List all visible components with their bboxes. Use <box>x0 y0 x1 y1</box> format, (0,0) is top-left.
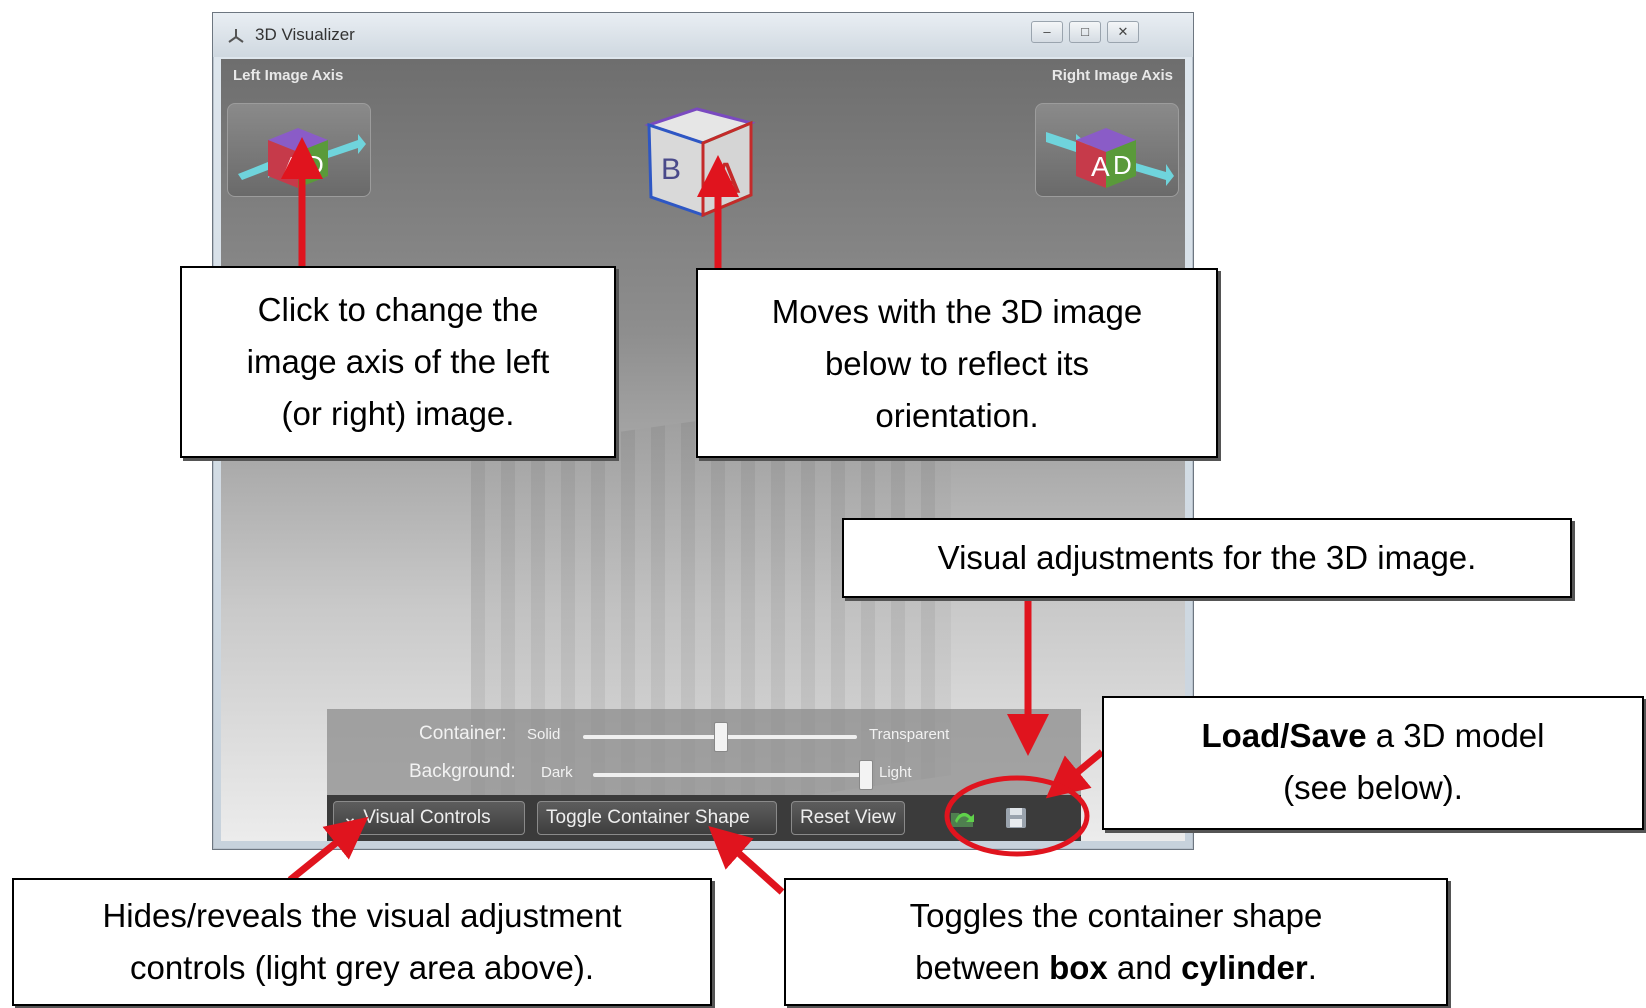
save-model-icon[interactable] <box>1001 803 1031 833</box>
right-axis-label: Right Image Axis <box>1051 67 1173 84</box>
cube-face-d: D <box>305 150 324 180</box>
callout-line: Moves with the 3D image <box>771 293 1143 330</box>
callout-line: controls (light grey area above). <box>129 949 595 986</box>
text-and: and <box>1107 949 1182 986</box>
text-between: between <box>915 949 1050 986</box>
callout-line: (or right) image. <box>281 395 515 432</box>
window-title: 3D Visualizer <box>255 25 355 44</box>
text-cylinder: cylinder <box>1181 949 1308 986</box>
text-period: . <box>1307 949 1317 986</box>
callout-line: between box and cylinder. <box>786 942 1446 994</box>
minimize-button[interactable]: – <box>1031 21 1063 43</box>
callout-line: (see below). <box>1283 769 1463 806</box>
chevron-down-icon: ⌄ <box>342 807 358 828</box>
cube-face-front: A <box>711 154 741 203</box>
callout-toggles-shape: Toggles the container shape between box … <box>784 878 1448 1006</box>
load-model-icon[interactable] <box>947 803 977 833</box>
cube-face-a: A <box>1091 151 1110 182</box>
bottom-toolbar: ⌄ Visual Controls Toggle Container Shape… <box>327 795 1081 841</box>
callout-orientation-cube: Moves with the 3D image below to reflect… <box>696 268 1218 458</box>
callout-line: image axis of the left <box>246 343 550 380</box>
visual-controls-label: Visual Controls <box>363 807 491 828</box>
callout-axis-button: Click to change the image axis of the le… <box>180 266 616 458</box>
maximize-button[interactable]: □ <box>1069 21 1101 43</box>
title-bar[interactable]: 3D Visualizer – □ ✕ <box>213 13 1193 57</box>
axis-cube-icon: A D <box>1046 128 1174 188</box>
background-label: Background: <box>409 761 516 782</box>
callout-line: Visual adjustments for the 3D image. <box>937 539 1477 576</box>
callout-line: Toggles the container shape <box>909 897 1323 934</box>
callout-visual-adjustments: Visual adjustments for the 3D image. <box>842 518 1572 598</box>
background-min-label: Dark <box>541 764 573 781</box>
container-max-label: Transparent <box>869 726 950 743</box>
callout-line: Click to change the <box>257 291 539 328</box>
right-image-axis-button[interactable]: A D <box>1035 103 1179 197</box>
background-max-label: Light <box>879 764 912 781</box>
background-slider-thumb[interactable] <box>859 760 873 790</box>
visual-controls-button[interactable]: ⌄ Visual Controls <box>333 801 525 835</box>
orientation-cube: B A <box>639 103 769 225</box>
callout-line: Load/Save a 3D model <box>1104 710 1642 762</box>
container-slider-thumb[interactable] <box>714 722 728 752</box>
cube-face-b: B <box>661 153 681 186</box>
background-slider[interactable] <box>593 773 865 777</box>
callout-hides-reveals: Hides/reveals the visual adjustment cont… <box>12 878 712 1006</box>
load-save-bold: Load/Save <box>1201 717 1367 754</box>
axis-cube-icon: A D <box>238 128 366 188</box>
callout-line: Hides/reveals the visual adjustment <box>102 897 622 934</box>
load-save-rest: a 3D model <box>1366 717 1545 754</box>
reset-view-button[interactable]: Reset View <box>791 801 905 835</box>
callout-load-save: Load/Save a 3D model (see below). <box>1102 696 1644 830</box>
toggle-container-shape-button[interactable]: Toggle Container Shape <box>537 801 777 835</box>
visual-controls-panel: Container: Solid Transparent Background:… <box>327 709 1081 795</box>
callout-line: orientation. <box>875 397 1039 434</box>
app-icon <box>228 29 244 43</box>
close-button[interactable]: ✕ <box>1107 21 1139 43</box>
cube-face-a: A <box>283 151 302 182</box>
container-min-label: Solid <box>527 726 561 743</box>
cube-face-d: D <box>1113 150 1132 180</box>
left-axis-label: Left Image Axis <box>233 67 344 84</box>
text-box: box <box>1049 949 1108 986</box>
callout-line: below to reflect its <box>824 345 1090 382</box>
left-image-axis-button[interactable]: A D <box>227 103 371 197</box>
container-label: Container: <box>419 723 507 744</box>
orientation-cube-icon: B A <box>644 107 756 218</box>
